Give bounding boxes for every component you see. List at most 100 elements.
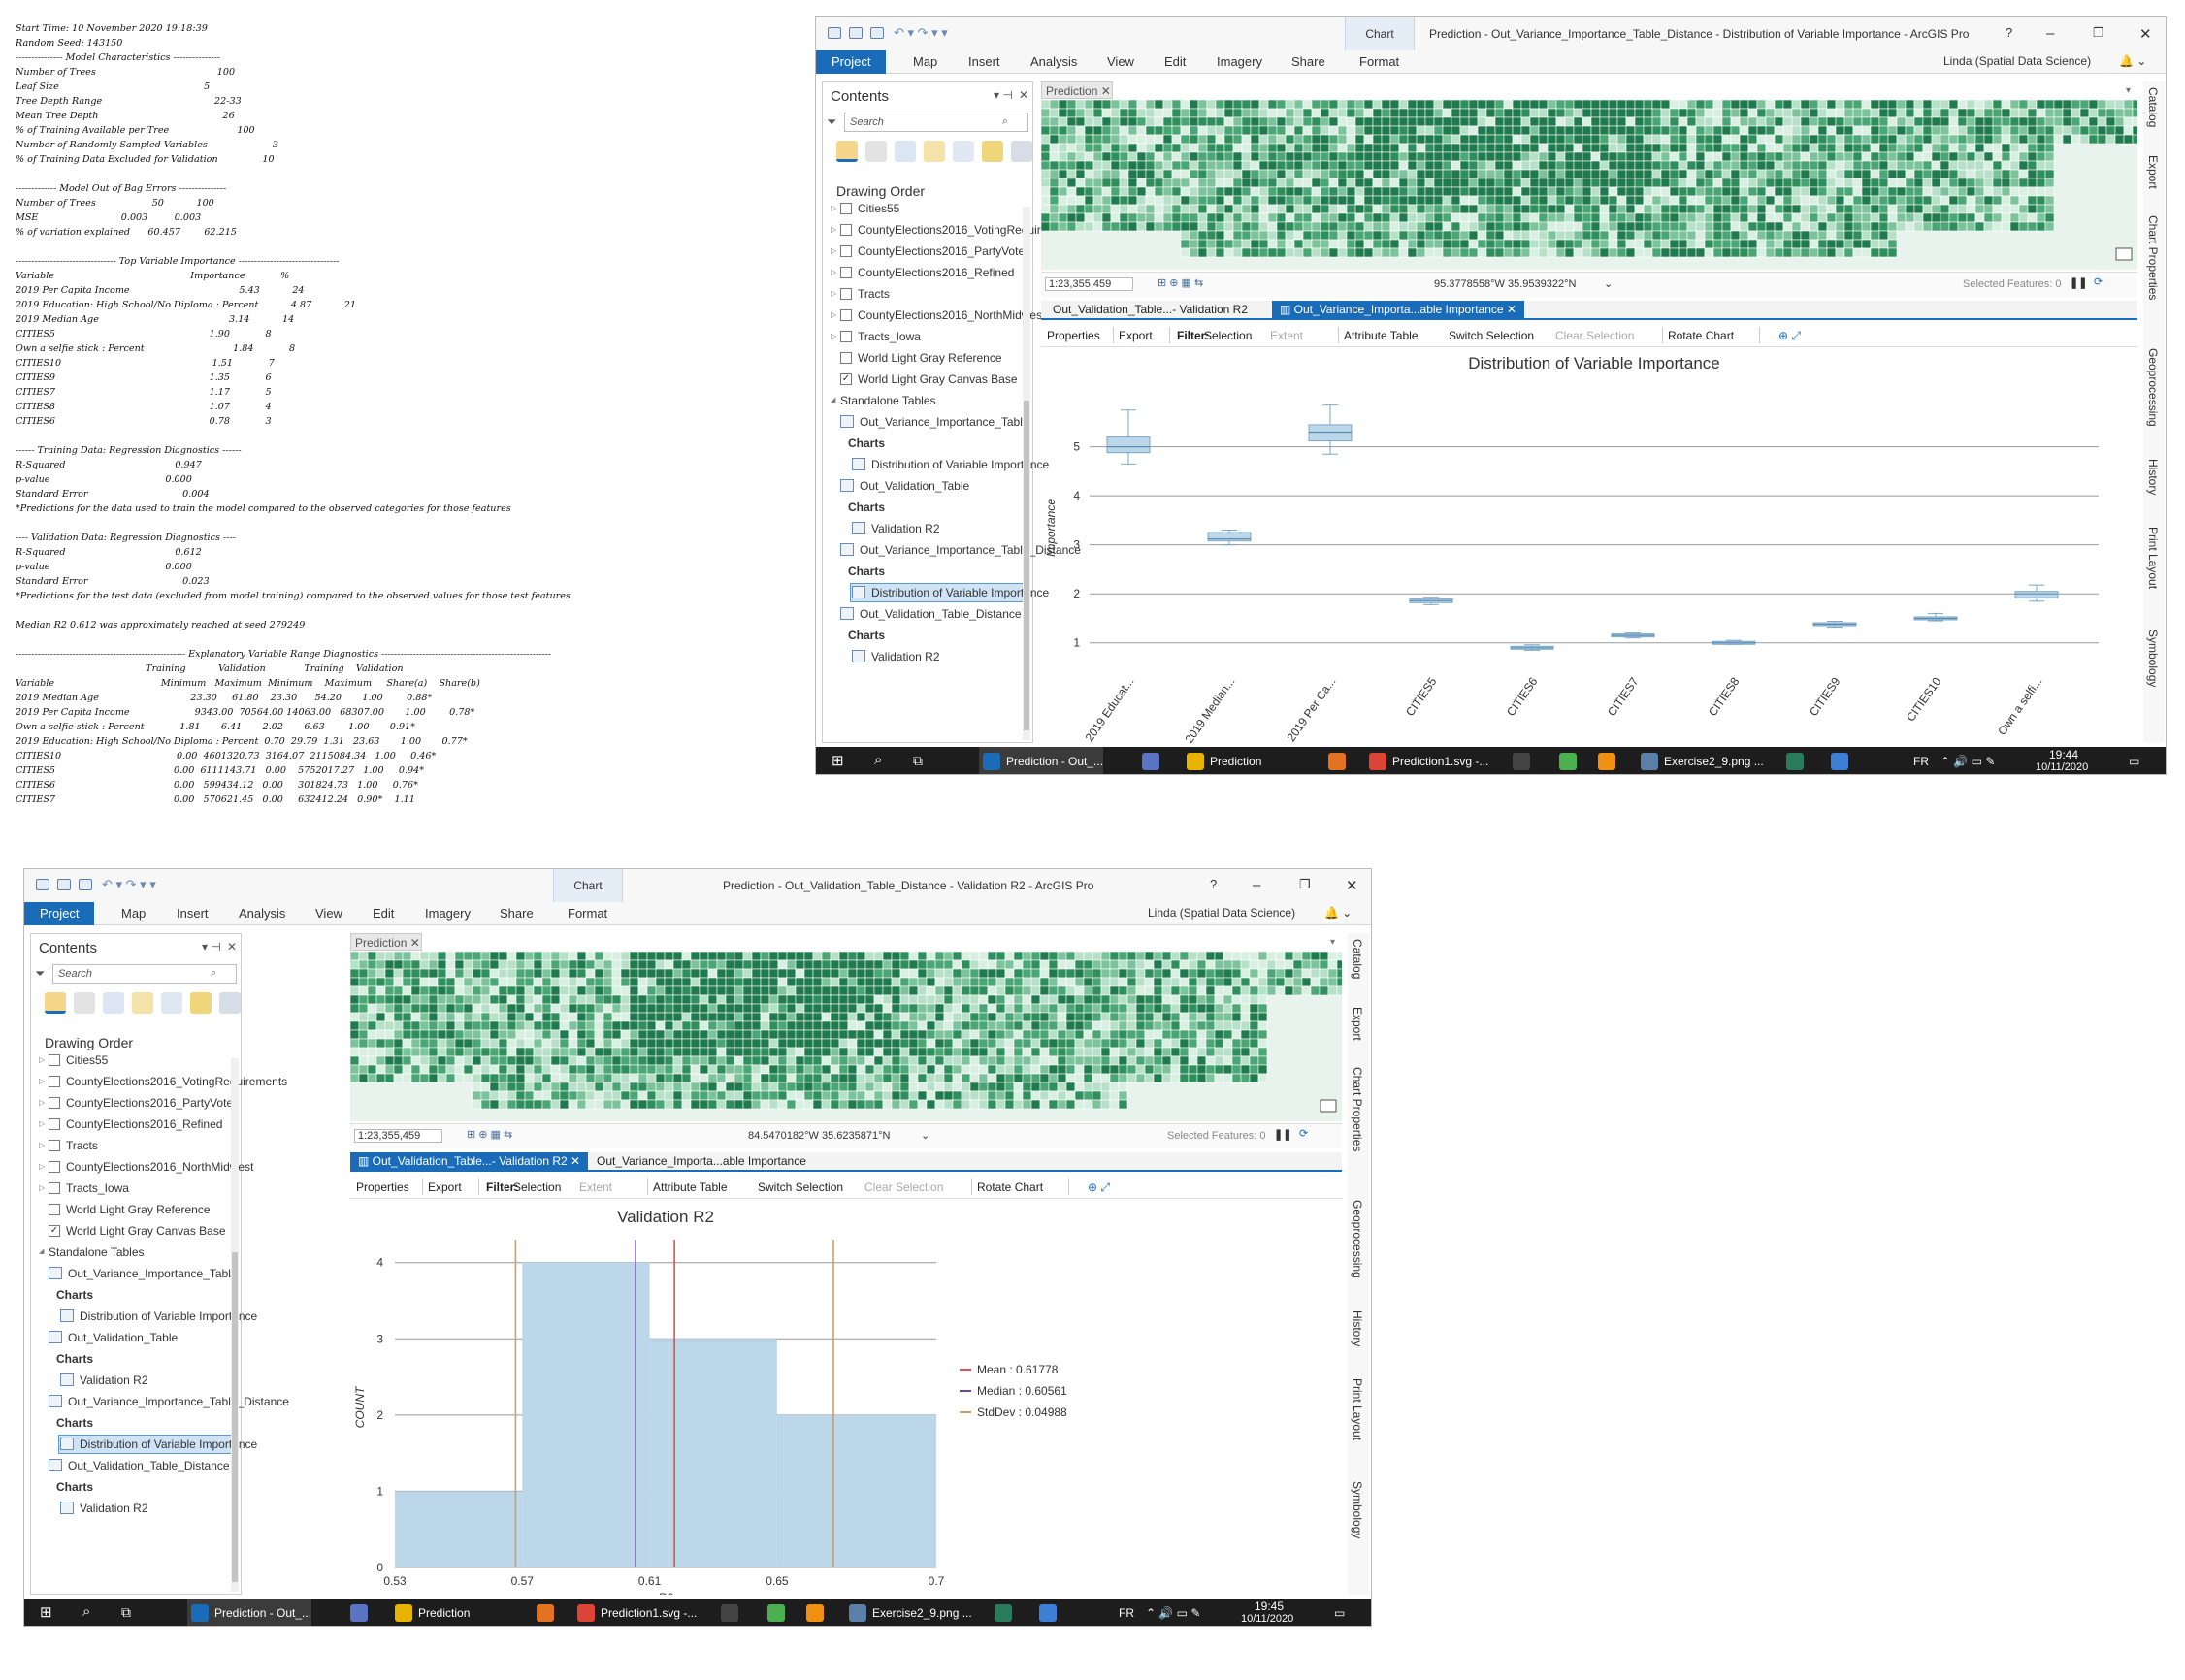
rotate-chart-button[interactable]: Rotate Chart: [1668, 329, 1734, 342]
notifications-icon[interactable]: ▭: [1334, 1606, 1345, 1620]
clear-selection-button[interactable]: Clear Selection: [1555, 329, 1634, 342]
histogram-bar[interactable]: [522, 1262, 650, 1567]
tab-project[interactable]: Project: [816, 50, 887, 74]
app-icon[interactable]: [995, 1604, 1012, 1622]
tab-imagery[interactable]: Imagery: [1217, 54, 1262, 69]
visibility-checkbox[interactable]: ✓: [49, 1225, 60, 1237]
visibility-checkbox[interactable]: [840, 352, 852, 364]
dock-tab-export[interactable]: Export: [1351, 1007, 1364, 1041]
open-icon[interactable]: [849, 27, 863, 39]
chrome-taskbar-icon[interactable]: [577, 1604, 595, 1622]
undo-icon[interactable]: ↶ ▾ ↷ ▾ ▾: [102, 877, 156, 892]
dock-tab-print-layout[interactable]: Print Layout: [2146, 527, 2160, 589]
contents-scrollbar[interactable]: [1023, 207, 1030, 740]
clock-time[interactable]: 19:44: [2049, 748, 2078, 761]
arcgis-taskbar-icon[interactable]: [191, 1604, 209, 1622]
properties-button[interactable]: Properties: [1047, 329, 1100, 342]
visibility-checkbox[interactable]: [840, 288, 852, 300]
box[interactable]: [1308, 424, 1353, 442]
expand-icon[interactable]: ▷: [831, 225, 836, 234]
map-overview-icon[interactable]: [2115, 247, 2133, 261]
refresh-icon[interactable]: ⟳: [2094, 275, 2103, 288]
export-button[interactable]: Export: [428, 1180, 462, 1194]
dock-tab-catalog[interactable]: Catalog: [2146, 87, 2160, 127]
expand-icon[interactable]: ▷: [831, 332, 836, 340]
visibility-checkbox[interactable]: [49, 1054, 60, 1066]
expand-icon[interactable]: ▷: [39, 1119, 45, 1128]
chrome-taskbar-item[interactable]: Prediction1.svg -...: [1392, 755, 1488, 768]
filter-icon[interactable]: ⏷: [35, 966, 45, 982]
tab-map[interactable]: Map: [121, 906, 146, 921]
app-icon[interactable]: [1786, 753, 1804, 770]
visibility-checkbox[interactable]: [49, 1204, 60, 1215]
list-by-snapping-icon[interactable]: [161, 992, 182, 1014]
visibility-checkbox[interactable]: [49, 1118, 60, 1130]
scale-select[interactable]: 1:23,355,459: [354, 1129, 443, 1143]
arcgis-taskbar-item[interactable]: Prediction - Out_...: [1006, 755, 1103, 768]
map-overview-icon[interactable]: [1320, 1099, 1337, 1113]
search-icon[interactable]: ⌕: [1002, 115, 1008, 128]
arcgis-taskbar-icon[interactable]: [983, 753, 1000, 770]
map-view[interactable]: [350, 952, 1342, 1121]
open-icon[interactable]: [57, 879, 71, 890]
explorer-taskbar-item[interactable]: Prediction: [418, 1606, 470, 1620]
chart-tab-validation[interactable]: Out_Validation_Table...- Validation R2: [1045, 301, 1256, 318]
tab-imagery[interactable]: Imagery: [425, 906, 471, 921]
close-icon[interactable]: ✕: [1019, 88, 1028, 102]
list-by-perspective-icon[interactable]: [219, 992, 241, 1014]
close-icon[interactable]: ✕: [1101, 84, 1111, 98]
clear-selection-button[interactable]: Clear Selection: [864, 1180, 943, 1194]
scrollbar-thumb[interactable]: [1024, 401, 1029, 730]
image-viewer-taskbar-item[interactable]: Exercise2_9.png ...: [872, 1606, 972, 1620]
close-icon[interactable]: ✕: [1507, 303, 1516, 316]
properties-button[interactable]: Properties: [356, 1180, 409, 1194]
pause-icon[interactable]: ❚❚: [2070, 276, 2087, 289]
histogram-bar[interactable]: [776, 1414, 936, 1567]
search-icon[interactable]: ⌕: [82, 1603, 90, 1620]
tab-analysis[interactable]: Analysis: [1030, 54, 1077, 69]
expand-icon[interactable]: ▷: [831, 289, 836, 298]
tab-insert[interactable]: Insert: [177, 906, 209, 921]
visibility-checkbox[interactable]: ✓: [840, 373, 852, 385]
chrome-taskbar-icon[interactable]: [1369, 753, 1386, 770]
coord-dropdown-icon[interactable]: ⌄: [1604, 277, 1613, 290]
help-icon[interactable]: ?: [2006, 25, 2012, 40]
dock-tab-export[interactable]: Export: [2146, 155, 2160, 189]
search-input[interactable]: Search ⌕: [844, 113, 1028, 132]
histogram-chart[interactable]: Validation R2012340.530.570.610.650.7R2C…: [350, 1201, 1342, 1595]
export-button[interactable]: Export: [1119, 329, 1153, 342]
legend-entry[interactable]: StdDev : 0.04988: [977, 1405, 1067, 1419]
tab-share[interactable]: Share: [1291, 54, 1325, 69]
tab-insert[interactable]: Insert: [968, 54, 1000, 69]
switch-selection-button[interactable]: Switch Selection: [758, 1180, 843, 1194]
chrome-taskbar-item[interactable]: Prediction1.svg -...: [601, 1606, 697, 1620]
help-icon[interactable]: ?: [1210, 877, 1217, 891]
visibility-checkbox[interactable]: [49, 1140, 60, 1151]
tab-view[interactable]: View: [1107, 54, 1134, 69]
user-account[interactable]: Linda (Spatial Data Science): [1943, 54, 2091, 68]
collapse-icon[interactable]: ◢: [39, 1247, 44, 1255]
list-by-labeling-icon[interactable]: [190, 992, 212, 1014]
start-icon[interactable]: ⊞: [832, 752, 844, 769]
image-viewer-taskbar-icon[interactable]: [1641, 753, 1658, 770]
box[interactable]: [1207, 532, 1252, 542]
close-icon[interactable]: ✕: [410, 936, 420, 950]
list-by-drawing-order-icon[interactable]: [836, 141, 858, 162]
chart-tab-validation[interactable]: ▥ Out_Validation_Table...- Validation R2…: [350, 1152, 589, 1170]
view-menu-icon[interactable]: ▾: [2126, 85, 2131, 96]
explorer-taskbar-icon[interactable]: [395, 1604, 412, 1622]
gitkraken-icon[interactable]: [767, 1604, 785, 1622]
tray-icons[interactable]: ⌃ 🔊 ▭ ✎: [1940, 755, 1995, 768]
expand-icon[interactable]: ▷: [39, 1098, 45, 1107]
visibility-checkbox[interactable]: [840, 331, 852, 342]
list-by-selection-icon[interactable]: [895, 141, 916, 162]
list-by-perspective-icon[interactable]: [1011, 141, 1032, 162]
clock-date[interactable]: 10/11/2020: [2036, 761, 2088, 773]
dock-tab-symbology[interactable]: Symbology: [1351, 1481, 1364, 1538]
search-input[interactable]: Search ⌕: [52, 964, 237, 984]
pause-icon[interactable]: ❚❚: [1274, 1128, 1291, 1141]
r-icon[interactable]: [350, 1604, 368, 1622]
chart-tab-importance[interactable]: Out_Variance_Importa...able Importance: [589, 1152, 814, 1170]
histogram-bar[interactable]: [649, 1339, 777, 1567]
dock-tab-print-layout[interactable]: Print Layout: [1351, 1378, 1364, 1440]
